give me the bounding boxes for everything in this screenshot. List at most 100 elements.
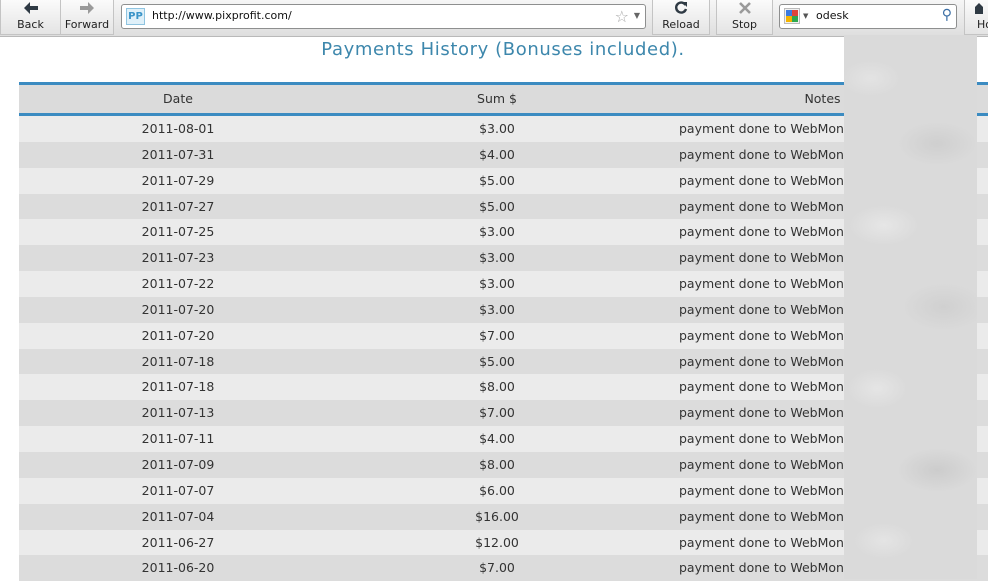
forward-label: Forward [64,18,110,31]
reload-button[interactable]: Reload [652,0,710,35]
stop-button[interactable]: Stop [716,0,773,35]
engine-dropdown-icon[interactable]: ▼ [803,12,808,20]
arrow-right-icon [61,1,113,18]
cell-notes: payment done to WebMoney [679,405,860,421]
home-icon [965,1,988,18]
cell-date: 2011-06-27 [141,534,215,550]
cell-sum: $8.00 [479,379,515,395]
cell-sum: $3.00 [479,121,515,136]
cell-sum: $3.00 [479,250,515,266]
cell-sum: $3.00 [479,224,515,240]
cell-date: 2011-07-18 [141,379,215,395]
search-bar[interactable]: ▼ odesk ⚲ [779,4,957,29]
table-header: Date Sum $ Notes [19,85,988,116]
table-row: 2011-06-27 $12.00 payment done to WebMoney [19,529,988,556]
cell-notes: payment done to WebMoney [679,224,860,240]
cell-date: 2011-06-20 [141,560,215,576]
table-row: 2011-07-27 $5.00 payment done to WebMoney [19,193,988,220]
arrow-left-icon [1,1,60,18]
forward-button[interactable]: Forward [60,0,114,35]
magnifier-icon[interactable]: ⚲ [942,7,952,23]
search-input[interactable]: odesk [816,9,849,22]
stop-label: Stop [731,18,757,31]
cell-sum: $4.00 [479,431,515,447]
url-bar[interactable]: PP http://www.pixprofit.com/ ☆ ▼ [121,4,646,29]
cell-sum: $16.00 [475,508,519,524]
cell-date: 2011-07-27 [141,198,215,214]
cell-notes: payment done to WebMoney [679,198,860,214]
cell-sum: $12.00 [475,534,519,550]
table-row: 2011-07-25 $3.00 payment done to WebMoney [19,219,988,246]
table-row: 2011-07-18 $5.00 payment done to WebMoney [19,348,988,375]
cell-notes: payment done to WebMoney [679,250,860,266]
cell-date: 2011-07-25 [141,224,215,240]
cell-notes: payment done to WebMoney [679,456,860,472]
star-icon[interactable]: ☆ [615,7,629,26]
cell-notes: payment done to WebMoney [679,172,860,188]
cell-date: 2011-08-01 [141,121,215,136]
reload-icon [653,1,709,18]
table-row: 2011-08-01 $3.00 payment done to WebMoney [19,116,988,142]
cell-date: 2011-07-18 [141,353,215,369]
cell-notes: payment done to WebMoney [679,146,860,162]
cell-notes: payment done to WebMoney [679,482,860,498]
cell-sum: $6.00 [479,482,515,498]
table-row: 2011-07-04 $16.00 payment done to WebMoney [19,503,988,530]
table-body: 2011-08-01 $3.00 payment done to WebMoney 2… [19,116,988,581]
table-row: 2011-07-13 $7.00 payment done to WebMoney [19,400,988,427]
site-favicon: PP [126,8,145,25]
cell-date: 2011-07-07 [141,482,215,498]
cell-notes: payment done to WebMoney [679,121,860,136]
home-label: Ho [977,18,988,31]
home-button[interactable]: Ho [964,0,988,35]
table-row: 2011-07-31 $4.00 payment done to WebMoney [19,141,988,168]
table-row: 2011-07-22 $3.00 payment done to WebMoney [19,271,988,297]
table-row: 2011-07-09 $8.00 payment done to WebMoney [19,451,988,478]
header-date[interactable]: Date [19,85,337,113]
redacted-area [844,35,977,579]
cell-notes: payment done to WebMoney [679,534,860,550]
cell-sum: $3.00 [479,276,515,292]
cell-notes: payment done to WebMoney [679,353,860,369]
cell-date: 2011-07-23 [141,250,215,266]
table-row: 2011-07-29 $5.00 payment done to WebMoney [19,167,988,194]
table-row: 2011-07-18 $8.00 payment done to WebMoney [19,374,988,401]
payments-table: Date Sum $ Notes 2011-08-01 $3.00 payment … [19,82,988,581]
cell-date: 2011-07-11 [141,431,215,447]
cell-notes: payment done to WebMoney [679,379,860,395]
back-button[interactable]: Back [0,0,61,35]
cell-notes: payment done to WebMoney [679,327,860,343]
cell-date: 2011-07-31 [141,146,215,162]
cell-sum: $5.00 [479,353,515,369]
page-title: Payments History (Bonuses included). [321,39,685,60]
stop-x-icon [717,1,772,18]
cell-sum: $5.00 [479,172,515,188]
table-row: 2011-06-20 $7.00 payment done to WebMoney [19,555,988,581]
cell-sum: $7.00 [479,560,515,576]
cell-sum: $3.00 [479,301,515,317]
google-icon[interactable] [784,8,800,24]
cell-sum: $4.00 [479,146,515,162]
cell-notes: payment done to WebMoney [679,560,860,576]
cell-sum: $7.00 [479,405,515,421]
url-text[interactable]: http://www.pixprofit.com/ [152,9,292,22]
cell-sum: $5.00 [479,198,515,214]
table-row: 2011-07-23 $3.00 payment done to WebMoney [19,245,988,272]
cell-notes: payment done to WebMoney [679,301,860,317]
back-label: Back [17,18,44,31]
cell-date: 2011-07-04 [141,508,215,524]
reload-label: Reload [662,18,700,31]
cell-notes: payment done to WebMoney [679,431,860,447]
cell-sum: $7.00 [479,327,515,343]
cell-date: 2011-07-29 [141,172,215,188]
chevron-down-icon[interactable]: ▼ [634,11,640,20]
cell-sum: $8.00 [479,456,515,472]
cell-notes: payment done to WebMoney [679,508,860,524]
header-sum[interactable]: Sum $ [337,85,657,113]
cell-date: 2011-07-20 [141,301,215,317]
cell-date: 2011-07-22 [141,276,215,292]
cell-date: 2011-07-13 [141,405,215,421]
table-row: 2011-07-20 $7.00 payment done to WebMoney [19,322,988,349]
cell-date: 2011-07-09 [141,456,215,472]
table-row: 2011-07-11 $4.00 payment done to WebMoney [19,426,988,452]
